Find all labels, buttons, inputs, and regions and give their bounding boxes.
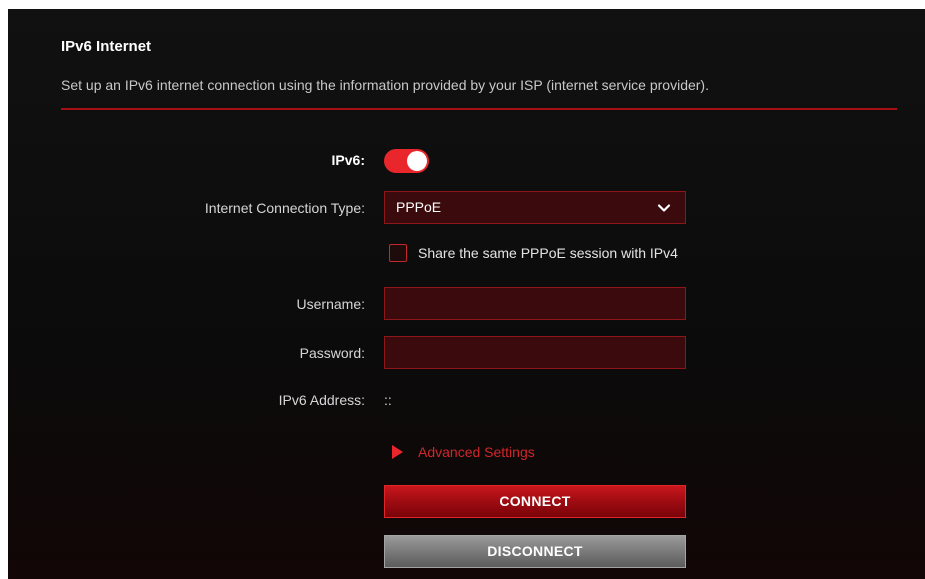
disconnect-button[interactable]: DISCONNECT	[384, 535, 686, 568]
connection-type-select[interactable]: PPPoE	[384, 191, 686, 224]
chevron-down-icon	[657, 204, 671, 212]
username-input[interactable]	[384, 287, 686, 320]
ipv6-address-label: IPv6 Address:	[278, 392, 365, 408]
advanced-settings-label: Advanced Settings	[418, 444, 535, 460]
share-session-checkbox[interactable]	[389, 244, 407, 262]
ipv6-label: IPv6:	[331, 152, 365, 168]
page-description: Set up an IPv6 internet connection using…	[61, 77, 709, 93]
triangle-right-icon	[392, 445, 403, 459]
username-label: Username:	[296, 296, 365, 312]
toggle-switch-icon	[407, 151, 427, 171]
connection-type-label: Internet Connection Type:	[204, 200, 365, 216]
ipv6-address-value: ::	[384, 392, 392, 408]
connect-button[interactable]: CONNECT	[384, 485, 686, 518]
title-divider	[61, 108, 897, 110]
share-session-label: Share the same PPPoE session with IPv4	[418, 245, 678, 261]
ipv6-internet-panel: IPv6 Internet Set up an IPv6 internet co…	[8, 9, 925, 579]
page-title: IPv6 Internet	[61, 38, 152, 55]
ipv6-toggle[interactable]	[384, 149, 429, 173]
password-label: Password:	[299, 345, 365, 361]
connection-type-value: PPPoE	[396, 199, 442, 215]
password-input[interactable]	[384, 336, 686, 369]
